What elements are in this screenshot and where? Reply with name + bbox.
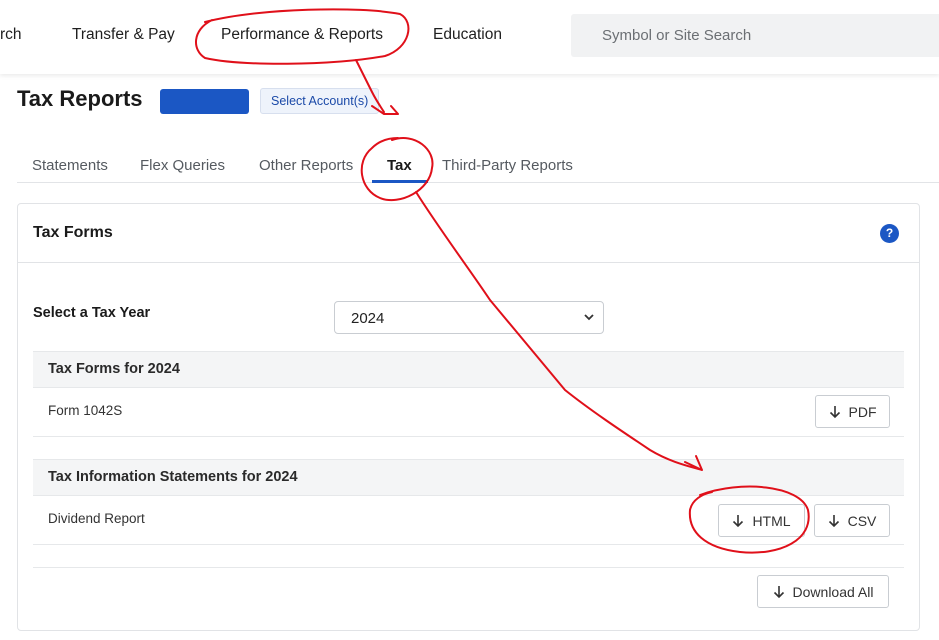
help-icon[interactable]: ? bbox=[880, 224, 899, 243]
tab-flex-queries[interactable]: Flex Queries bbox=[140, 157, 225, 174]
account-badge[interactable] bbox=[160, 89, 249, 114]
download-arrow-icon bbox=[733, 514, 744, 527]
select-account-label: Select Account(s) bbox=[271, 94, 369, 108]
active-tab-indicator bbox=[372, 180, 428, 183]
pdf-label: PDF bbox=[848, 403, 877, 420]
nav-item-transfer-pay[interactable]: Transfer & Pay bbox=[72, 26, 175, 44]
download-html-button[interactable]: HTML bbox=[718, 504, 805, 537]
card-header: Tax Forms ? bbox=[18, 204, 919, 263]
tab-tax[interactable]: Tax bbox=[387, 157, 412, 174]
csv-label: CSV bbox=[847, 512, 877, 529]
form-1042s-label: Form 1042S bbox=[48, 403, 123, 418]
download-pdf-button[interactable]: PDF bbox=[815, 395, 890, 428]
download-arrow-icon bbox=[828, 514, 839, 527]
tax-year-label: Select a Tax Year bbox=[33, 305, 151, 321]
site-search-box bbox=[571, 14, 939, 57]
download-arrow-icon bbox=[773, 585, 784, 598]
tab-other-reports[interactable]: Other Reports bbox=[259, 157, 353, 174]
top-navigation: rch Transfer & Pay Performance & Reports… bbox=[0, 0, 939, 74]
nav-item-performance-reports[interactable]: Performance & Reports bbox=[221, 26, 383, 44]
page-title: Tax Reports bbox=[17, 86, 143, 111]
tax-year-select[interactable]: 2024 bbox=[334, 301, 604, 334]
table-row: Form 1042S PDF bbox=[33, 388, 904, 437]
section-title: Tax Information Statements for 2024 bbox=[48, 469, 298, 485]
card-title: Tax Forms bbox=[33, 224, 113, 241]
select-account-button[interactable]: Select Account(s) bbox=[260, 88, 380, 114]
report-tabs: Statements Flex Queries Other Reports Ta… bbox=[17, 150, 939, 183]
download-all-label: Download All bbox=[792, 583, 874, 600]
tab-third-party-reports[interactable]: Third-Party Reports bbox=[442, 157, 573, 174]
section-title: Tax Forms for 2024 bbox=[48, 361, 180, 377]
chevron-down-icon bbox=[584, 314, 594, 321]
tab-statements[interactable]: Statements bbox=[32, 157, 108, 174]
search-input[interactable] bbox=[571, 14, 939, 57]
html-label: HTML bbox=[752, 512, 791, 529]
dividend-report-label: Dividend Report bbox=[48, 511, 145, 526]
section-header-tax-forms: Tax Forms for 2024 bbox=[33, 351, 904, 388]
download-all-button[interactable]: Download All bbox=[757, 575, 889, 608]
download-csv-button[interactable]: CSV bbox=[814, 504, 890, 537]
nav-item-education[interactable]: Education bbox=[433, 26, 502, 44]
tax-year-value: 2024 bbox=[351, 310, 385, 327]
table-row: Dividend Report HTML CSV bbox=[33, 496, 904, 545]
section-header-tax-information: Tax Information Statements for 2024 bbox=[33, 459, 904, 496]
nav-item-research[interactable]: rch bbox=[0, 26, 22, 44]
download-arrow-icon bbox=[829, 405, 840, 418]
download-all-row: Download All bbox=[33, 567, 904, 627]
tax-forms-card: Tax Forms ? Select a Tax Year 2024 Tax F… bbox=[17, 203, 920, 631]
